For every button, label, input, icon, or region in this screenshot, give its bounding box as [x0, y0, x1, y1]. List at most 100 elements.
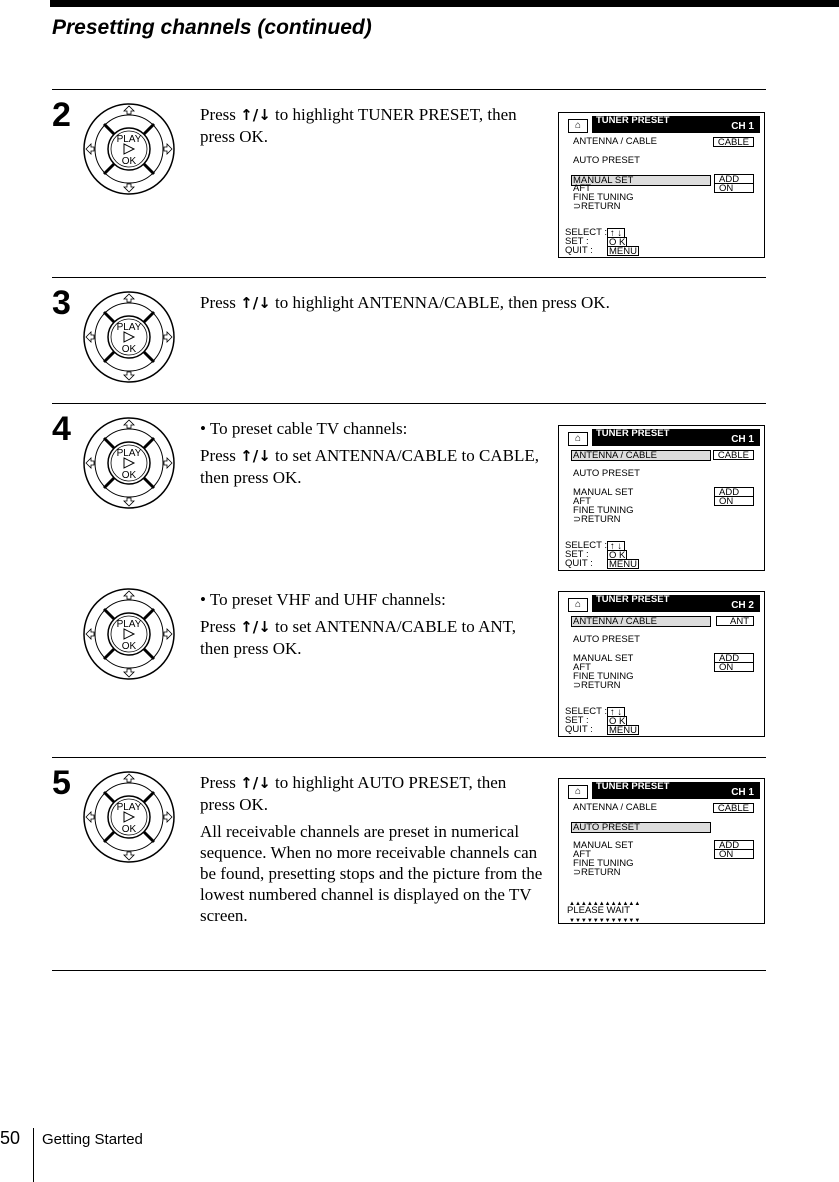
dpad-icon: PLAY OK: [83, 103, 175, 195]
top-bar: [50, 0, 839, 7]
step-instructions: • To preset VHF and UHF channels: Press ↑…: [200, 589, 545, 665]
osd-quit-key: MENU: [607, 246, 639, 257]
osd-item-manual: MANUAL SET: [571, 175, 711, 186]
osd-value-on: ON: [714, 496, 754, 506]
instruction-paragraph: All receivable channels are preset in nu…: [200, 821, 545, 926]
osd-header: TUNER PRESET CH 1: [592, 116, 760, 133]
osd-value-antenna: CABLE: [712, 803, 754, 813]
instruction-paragraph: Press ↑/↓ to set ANTENNA/CABLE to CABLE,…: [200, 445, 545, 488]
osd-item-return: ⊃RETURN: [573, 680, 621, 691]
instruction-paragraph: Press ↑/↓ to set ANTENNA/CABLE to ANT, t…: [200, 616, 545, 659]
up-down-arrow-icon: ↑/↓: [240, 774, 271, 792]
divider: [52, 89, 766, 90]
toolbox-icon: ⌂: [568, 598, 588, 612]
osd-value-on: ON: [714, 183, 754, 193]
osd-quit-key: MENU: [607, 725, 639, 736]
osd-quit-label: QUIT :: [565, 724, 593, 735]
instruction-paragraph: • To preset VHF and UHF channels:: [200, 589, 545, 610]
osd-channel: CH 2: [731, 600, 754, 611]
svg-text:PLAY: PLAY: [117, 619, 142, 630]
dpad-icon: PLAY OK: [83, 588, 175, 680]
svg-text:OK: OK: [122, 641, 137, 652]
osd-value-antenna: CABLE: [712, 137, 754, 147]
svg-text:PLAY: PLAY: [117, 802, 142, 813]
svg-text:PLAY: PLAY: [117, 322, 142, 333]
step-instructions: • To preset cable TV channels: Press ↑/↓ …: [200, 418, 545, 494]
instruction-paragraph: Press ↑/↓ to highlight ANTENNA/CABLE, th…: [200, 292, 720, 314]
instruction-text: Press: [200, 293, 241, 312]
osd-item-antenna: ANTENNA / CABLE: [573, 802, 657, 813]
instruction-text: to highlight ANTENNA/CABLE, then press O…: [270, 293, 610, 312]
osd-item-return: ⊃RETURN: [573, 514, 621, 525]
flash-marks-icon: ▼▼▼▼▼▼▼▼▼▼▼▼: [569, 918, 641, 924]
tv-osd-screen: TUNER PRESET CH 1 ⌂ ANTENNA / CABLE AUTO PRE…: [558, 778, 765, 924]
instruction-text: • To preset VHF and UHF channels:: [200, 590, 446, 609]
instruction-text: All receivable channels are preset in nu…: [200, 822, 543, 925]
osd-title: TUNER PRESET: [596, 115, 670, 126]
instruction-paragraph: Press ↑/↓ to highlight AUTO PRESET, then…: [200, 772, 545, 815]
svg-text:PLAY: PLAY: [117, 134, 142, 145]
osd-item-auto: AUTO PRESET: [573, 468, 640, 479]
step-instructions: Press ↑/↓ to highlight TUNER PRESET, the…: [200, 104, 545, 153]
osd-title: TUNER PRESET: [596, 428, 670, 439]
instruction-paragraph: • To preset cable TV channels:: [200, 418, 545, 439]
dpad-icon: PLAY OK: [83, 291, 175, 383]
osd-quit-label: QUIT :: [565, 558, 593, 569]
step-number: 5: [52, 764, 71, 802]
osd-channel: CH 1: [731, 787, 754, 798]
osd-header: TUNER PRESET CH 1: [592, 429, 760, 446]
osd-header: TUNER PRESET CH 2: [592, 595, 760, 612]
up-down-arrow-icon: ↑/↓: [240, 618, 271, 636]
remote-dpad-illustration: PLAY OK: [82, 587, 176, 681]
osd-quit-label: QUIT :: [565, 245, 593, 256]
page-number: 50: [0, 1128, 21, 1148]
osd-title: TUNER PRESET: [596, 781, 670, 792]
up-down-arrow-icon: ↑/↓: [240, 447, 271, 465]
osd-value-antenna: CABLE: [712, 450, 754, 460]
osd-please-wait: PLEASE WAIT: [567, 905, 630, 916]
svg-text:OK: OK: [122, 156, 137, 167]
osd-item-return: ⊃RETURN: [573, 867, 621, 878]
osd-item-antenna: ANTENNA / CABLE: [571, 616, 711, 627]
remote-dpad-illustration: PLAY OK: [82, 416, 176, 510]
osd-header: TUNER PRESET CH 1: [592, 782, 760, 799]
osd-value-on: ON: [714, 849, 754, 859]
step-number: 3: [52, 284, 71, 322]
divider: [52, 970, 766, 971]
instruction-paragraph: Press ↑/↓ to highlight TUNER PRESET, the…: [200, 104, 545, 147]
step-instructions: Press ↑/↓ to highlight AUTO PRESET, then…: [200, 772, 545, 932]
step-number: 4: [52, 410, 71, 448]
svg-text:OK: OK: [122, 470, 137, 481]
instruction-text: Press: [200, 446, 241, 465]
osd-item-antenna: ANTENNA / CABLE: [573, 136, 657, 147]
tv-osd-screen: TUNER PRESET CH 1 ⌂ ANTENNA / CABLE AUTO PRE…: [558, 425, 765, 571]
section-name: Getting Started: [42, 1131, 143, 1148]
osd-item-auto: AUTO PRESET: [573, 634, 640, 645]
osd-item-auto: AUTO PRESET: [571, 822, 711, 833]
toolbox-icon: ⌂: [568, 432, 588, 446]
toolbox-icon: ⌂: [568, 785, 588, 799]
divider: [52, 277, 766, 278]
osd-item-antenna: ANTENNA / CABLE: [571, 450, 711, 461]
osd-title: TUNER PRESET: [596, 594, 670, 605]
up-down-arrow-icon: ↑/↓: [240, 294, 271, 312]
osd-quit-key: MENU: [607, 559, 639, 570]
divider: [52, 757, 766, 758]
page-title: Presetting channels (continued): [52, 16, 372, 39]
osd-value-on: ON: [714, 662, 754, 672]
tv-osd-screen: TUNER PRESET CH 1 ⌂ ANTENNA / CABLE AUTO PRE…: [558, 112, 765, 258]
osd-channel: CH 1: [731, 434, 754, 445]
up-down-arrow-icon: ↑/↓: [240, 106, 271, 124]
remote-dpad-illustration: PLAY OK: [82, 290, 176, 384]
toolbox-icon: ⌂: [568, 119, 588, 133]
instruction-text: Press: [200, 617, 241, 636]
osd-channel: CH 1: [731, 121, 754, 132]
instruction-text: • To preset cable TV channels:: [200, 419, 408, 438]
step-instructions: Press ↑/↓ to highlight ANTENNA/CABLE, th…: [200, 292, 720, 320]
divider: [52, 403, 766, 404]
remote-dpad-illustration: PLAY OK: [82, 770, 176, 864]
dpad-icon: PLAY OK: [83, 417, 175, 509]
svg-text:OK: OK: [122, 824, 137, 835]
dpad-icon: PLAY OK: [83, 771, 175, 863]
osd-item-return: ⊃RETURN: [573, 201, 621, 212]
